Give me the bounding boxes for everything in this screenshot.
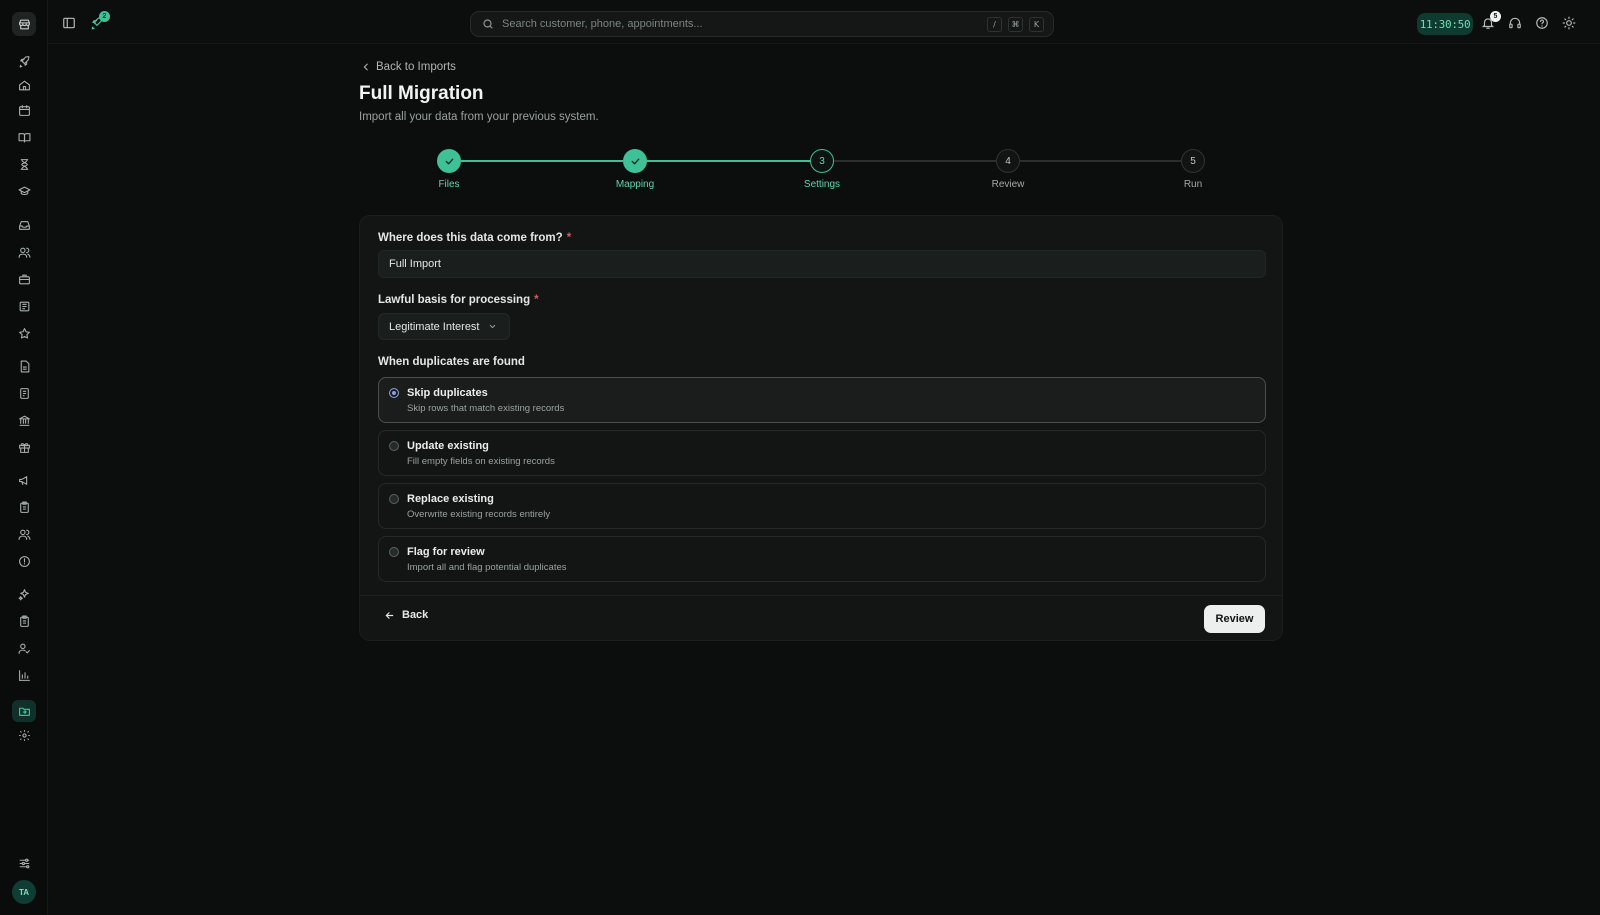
clipboard-icon[interactable] (15, 498, 33, 516)
team-icon[interactable] (15, 525, 33, 543)
clock-badge: 11:30:50 (1417, 13, 1473, 35)
shortcut-key-k: K (1029, 16, 1044, 32)
megaphone-icon[interactable] (15, 471, 33, 489)
option-title: Replace existing (407, 493, 494, 505)
option-description: Import all and flag potential duplicates (407, 562, 567, 573)
back-label: Back (402, 609, 429, 621)
radio-button[interactable] (389, 547, 399, 557)
sidebar-toggle-icon[interactable] (60, 14, 78, 32)
stepper-connector (647, 160, 810, 162)
top-bar: 2 Search customer, phone, appointments..… (48, 0, 1600, 44)
required-mark: * (566, 232, 572, 244)
search-placeholder: Search customer, phone, appointments... (502, 18, 703, 30)
arrow-left-icon (385, 611, 394, 619)
sliders-icon[interactable] (15, 854, 33, 872)
inbox-icon[interactable] (15, 216, 33, 234)
newspaper-icon[interactable] (15, 297, 33, 315)
option-description: Skip rows that match existing records (407, 403, 565, 414)
stepper-connector (1020, 160, 1181, 162)
review-button[interactable]: Review (1204, 605, 1265, 633)
lawful-basis-label: Lawful basis for processing * (378, 294, 539, 306)
radio-button[interactable] (389, 388, 399, 398)
option-title: Skip duplicates (407, 387, 488, 399)
option-description: Fill empty fields on existing records (407, 456, 555, 467)
source-input[interactable]: Full Import (378, 250, 1266, 278)
settings-icon[interactable] (15, 726, 33, 744)
back-button[interactable]: Back (384, 609, 428, 621)
checklist-icon[interactable] (15, 612, 33, 630)
headset-icon[interactable] (1506, 14, 1524, 32)
option-description: Overwrite existing records entirely (407, 509, 551, 520)
lawful-basis-value: Legitimate Interest (389, 320, 480, 333)
option-title: Flag for review (407, 546, 485, 558)
step-label-review: Review (991, 179, 1025, 190)
lawful-label-text: Lawful basis for processing (378, 294, 531, 306)
step-run[interactable]: 5 (1181, 149, 1205, 173)
step-label-run: Run (1183, 179, 1203, 190)
settings-card: Where does this data come from? * Full Im… (359, 215, 1283, 641)
stepper-connector (461, 160, 623, 162)
book-icon[interactable] (15, 128, 33, 146)
lawful-basis-select[interactable]: Legitimate Interest (378, 313, 510, 340)
users-icon[interactable] (15, 243, 33, 261)
rocket-badge: 2 (99, 11, 110, 22)
folder-import-icon[interactable] (12, 700, 36, 722)
duplicate-option-update[interactable]: Update existing Fill empty fields on exi… (378, 430, 1266, 476)
step-label-settings: Settings (803, 179, 841, 190)
step-files[interactable] (437, 149, 461, 173)
page-title: Full Migration (359, 83, 484, 104)
check-icon (445, 158, 453, 164)
required-mark: * (534, 294, 539, 306)
help-icon[interactable] (1533, 14, 1551, 32)
source-field-label: Where does this data come from? * (378, 232, 571, 244)
duplicate-option-replace[interactable]: Replace existing Overwrite existing reco… (378, 483, 1266, 529)
calendar-icon[interactable] (15, 101, 33, 119)
option-title: Update existing (407, 440, 489, 452)
briefcase-icon[interactable] (15, 270, 33, 288)
alert-circle-icon[interactable] (15, 552, 33, 570)
step-settings[interactable]: 3 (810, 149, 834, 173)
bar-chart-icon[interactable] (15, 666, 33, 684)
notification-badge: 5 (1490, 11, 1501, 22)
card-footer: Back Review (360, 595, 1282, 640)
hourglass-icon[interactable] (15, 155, 33, 173)
breadcrumb-back-to-imports[interactable]: Back to Imports (361, 61, 456, 73)
avatar[interactable]: TA (12, 880, 36, 904)
gift-icon[interactable] (15, 438, 33, 456)
step-mapping[interactable] (623, 149, 647, 173)
user-check-icon[interactable] (15, 639, 33, 657)
graduation-cap-icon[interactable] (15, 182, 33, 200)
bank-icon[interactable] (15, 411, 33, 429)
home-icon[interactable] (15, 76, 33, 94)
stepper-connector (834, 160, 996, 162)
radio-button[interactable] (389, 441, 399, 451)
shortcut-key-slash: / (987, 16, 1002, 32)
file-icon[interactable] (15, 357, 33, 375)
sun-icon[interactable] (1560, 14, 1578, 32)
sidebar: TA (0, 0, 48, 915)
duplicates-label: When duplicates are found (378, 356, 525, 368)
check-icon (631, 158, 639, 164)
breadcrumb-label: Back to Imports (376, 61, 456, 73)
sparkles-icon[interactable] (15, 585, 33, 603)
star-icon[interactable] (15, 324, 33, 342)
chevron-down-icon (489, 324, 495, 329)
page-subtitle: Import all your data from your previous … (359, 111, 599, 123)
shop-logo-icon[interactable] (12, 12, 36, 36)
search-input[interactable]: Search customer, phone, appointments... … (470, 11, 1054, 37)
radio-button[interactable] (389, 494, 399, 504)
step-label-files: Files (438, 179, 460, 190)
chevron-left-icon (363, 63, 368, 71)
search-icon (482, 18, 494, 30)
duplicate-option-flag[interactable]: Flag for review Import all and flag pote… (378, 536, 1266, 582)
duplicate-option-skip[interactable]: Skip duplicates Skip rows that match exi… (378, 377, 1266, 423)
invoice-icon[interactable] (15, 384, 33, 402)
step-review[interactable]: 4 (996, 149, 1020, 173)
rocket-icon[interactable] (15, 52, 33, 70)
source-label-text: Where does this data come from? (378, 232, 563, 244)
shortcut-key-cmd: ⌘ (1008, 16, 1023, 32)
step-label-mapping: Mapping (615, 179, 655, 190)
